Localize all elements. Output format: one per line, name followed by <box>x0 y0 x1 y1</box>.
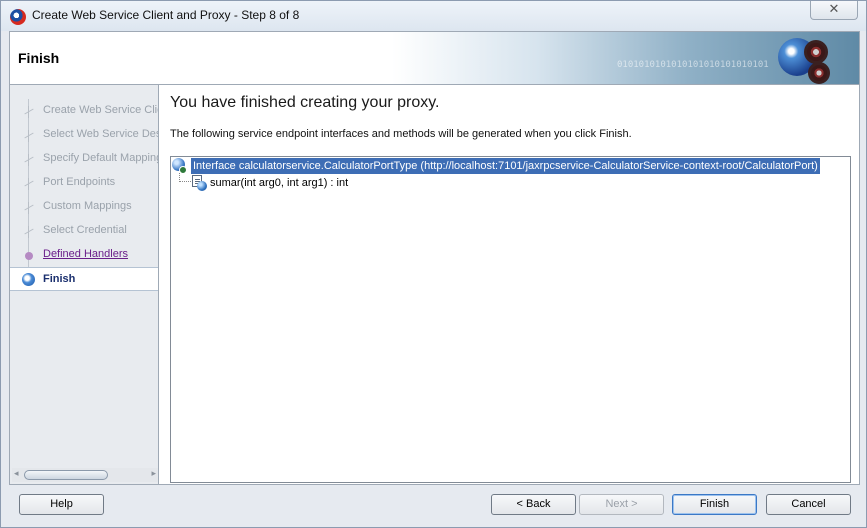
disc-icon <box>808 62 830 84</box>
step-label: Custom Mappings <box>43 200 132 212</box>
step-label[interactable]: Defined Handlers <box>43 248 158 260</box>
step-node-icon <box>23 202 35 214</box>
step-node-icon <box>23 106 35 118</box>
help-button[interactable]: Help <box>19 494 104 515</box>
next-button[interactable]: Next > <box>579 494 664 515</box>
panel-heading: You have finished creating your proxy. <box>170 94 440 111</box>
main-panel: You have finished creating your proxy. T… <box>159 85 860 485</box>
step-label: Select Web Service Description <box>43 128 158 140</box>
step-create-web-service-client[interactable]: Create Web Service Client and Proxy <box>10 99 158 123</box>
step-node-icon <box>23 130 35 142</box>
tree-connector <box>179 173 191 182</box>
close-button[interactable]: ✕ <box>810 1 858 20</box>
method-label[interactable]: sumar(int arg0, int arg1) : int <box>210 175 348 191</box>
step-node-icon <box>23 154 35 166</box>
scroll-left-icon[interactable]: ◂ <box>14 469 19 479</box>
window-title: Create Web Service Client and Proxy - St… <box>32 8 300 22</box>
steps-sidebar: Create Web Service Client and Proxy Sele… <box>9 85 159 485</box>
app-icon <box>10 9 26 25</box>
step-custom-mappings[interactable]: Custom Mappings <box>10 195 158 219</box>
step-label: Finish <box>43 273 76 285</box>
step-label: Create Web Service Client and Proxy <box>43 104 158 116</box>
step-port-endpoints[interactable]: Port Endpoints <box>10 171 158 195</box>
finish-button[interactable]: Finish <box>672 494 757 515</box>
page-title: Finish <box>18 50 60 66</box>
header-banner: Finish 0101010101010101010101010101 <box>9 31 860 85</box>
scrollbar-thumb[interactable] <box>24 470 108 480</box>
sidebar-horizontal-scrollbar[interactable]: ◂ ▸ <box>12 468 158 482</box>
scroll-right-icon[interactable]: ▸ <box>151 469 156 479</box>
current-step-icon <box>22 273 35 286</box>
step-finish[interactable]: Finish <box>10 267 158 291</box>
panel-description: The following service endpoint interface… <box>170 128 632 140</box>
step-node-icon <box>23 226 35 238</box>
back-button[interactable]: < Back <box>491 494 576 515</box>
banner-binary-decoration: 0101010101010101010101010101 <box>617 60 769 70</box>
wizard-window: Create Web Service Client and Proxy - St… <box>0 0 867 528</box>
step-label: Select Credential <box>43 224 127 236</box>
step-label: Port Endpoints <box>43 176 116 188</box>
step-node-icon <box>25 252 33 260</box>
interface-icon <box>172 158 188 174</box>
disc-icon <box>804 40 828 64</box>
step-node-icon <box>23 178 35 190</box>
interface-label[interactable]: Interface calculatorservice.CalculatorPo… <box>191 158 820 174</box>
step-specify-default-mapping[interactable]: Specify Default Mapping Options <box>10 147 158 171</box>
cancel-button[interactable]: Cancel <box>766 494 851 515</box>
endpoint-tree[interactable]: Interface calculatorservice.CalculatorPo… <box>170 156 851 483</box>
title-bar: Create Web Service Client and Proxy - St… <box>1 1 866 31</box>
step-defined-handlers[interactable]: Defined Handlers <box>10 243 158 267</box>
step-label: Specify Default Mapping Options <box>43 152 158 164</box>
step-select-credential[interactable]: Select Credential <box>10 219 158 243</box>
method-icon <box>191 175 207 191</box>
step-select-web-service-description[interactable]: Select Web Service Description <box>10 123 158 147</box>
